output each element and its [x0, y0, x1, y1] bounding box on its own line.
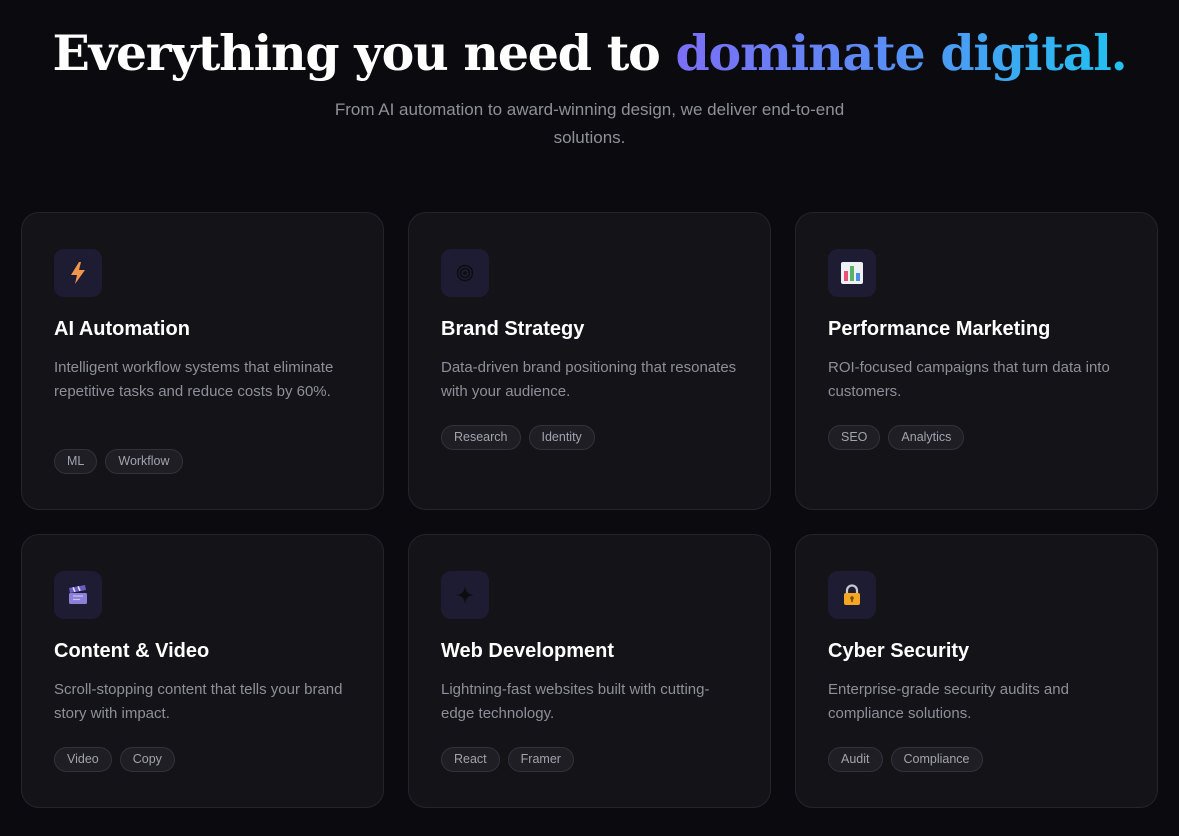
- service-description: Scroll-stopping content that tells your …: [54, 681, 343, 722]
- tag-research[interactable]: Research: [441, 425, 521, 450]
- service-description: ROI-focused campaigns that turn data int…: [828, 359, 1110, 400]
- service-card-web-development[interactable]: Web Development Lightning-fast websites …: [408, 534, 771, 808]
- service-tags: React Framer: [441, 747, 574, 772]
- service-description: Data-driven brand positioning that reson…: [441, 359, 737, 400]
- tag-video[interactable]: Video: [54, 747, 112, 772]
- page-subtitle: From AI automation to award-winning desi…: [334, 100, 845, 147]
- service-title: Cyber Security: [828, 640, 970, 662]
- tag-analytics[interactable]: Analytics: [888, 425, 965, 450]
- service-tags: Research Identity: [441, 425, 595, 450]
- service-tags: Video Copy: [54, 747, 175, 772]
- service-card-content-video[interactable]: Content & Video Scroll-stopping content …: [21, 534, 384, 808]
- service-description: Lightning-fast websites built with cutti…: [441, 681, 710, 722]
- page-title: Everything you need to dominate digital.: [0, 22, 1179, 84]
- tag-identity[interactable]: Identity: [528, 425, 595, 450]
- tag-framer[interactable]: Framer: [507, 747, 574, 772]
- service-description: Enterprise-grade security audits and com…: [828, 681, 1069, 722]
- target-icon: [441, 249, 489, 297]
- tag-seo[interactable]: SEO: [828, 425, 881, 450]
- service-description: Intelligent workflow systems that elimin…: [54, 359, 334, 400]
- service-title: Content & Video: [54, 640, 210, 662]
- tag-compliance[interactable]: Compliance: [890, 747, 983, 772]
- bar-chart-icon: [828, 249, 876, 297]
- page-title-accent: dominate digital.: [675, 24, 1127, 82]
- page-title-main: Everything you need to: [52, 24, 660, 82]
- lock-icon: [828, 571, 876, 619]
- tag-audit[interactable]: Audit: [828, 747, 883, 772]
- service-card-performance-marketing[interactable]: Performance Marketing ROI-focused campai…: [795, 212, 1158, 510]
- service-tags: SEO Analytics: [828, 425, 965, 450]
- service-title: AI Automation: [54, 318, 190, 340]
- service-title: Brand Strategy: [441, 318, 585, 340]
- service-card-ai-automation[interactable]: AI Automation Intelligent workflow syste…: [21, 212, 384, 510]
- tag-react[interactable]: React: [441, 747, 500, 772]
- service-card-cyber-security[interactable]: Cyber Security Enterprise-grade security…: [795, 534, 1158, 808]
- tag-workflow[interactable]: Workflow: [105, 449, 183, 474]
- tag-copy[interactable]: Copy: [119, 747, 175, 772]
- tag-ml[interactable]: ML: [54, 449, 98, 474]
- clapperboard-icon: [54, 571, 102, 619]
- service-tags: Audit Compliance: [828, 747, 983, 772]
- sparkle-icon: [441, 571, 489, 619]
- lightning-icon: [54, 249, 102, 297]
- service-title: Performance Marketing: [828, 318, 1051, 340]
- service-card-brand-strategy[interactable]: Brand Strategy Data-driven brand positio…: [408, 212, 771, 510]
- service-tags: ML Workflow: [54, 449, 183, 474]
- service-title: Web Development: [441, 640, 614, 662]
